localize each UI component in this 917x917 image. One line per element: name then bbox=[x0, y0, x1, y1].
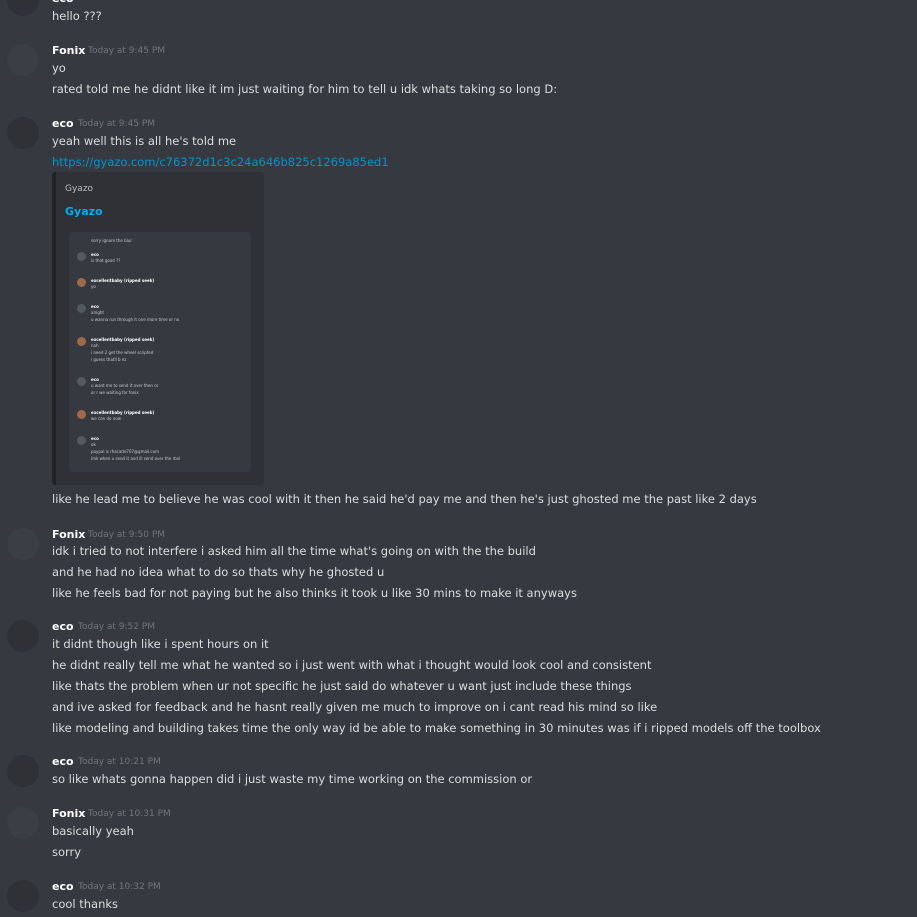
preview-username: excellentbaby (ripped seek) bbox=[91, 278, 155, 283]
timestamp: Today at 9:50 PM bbox=[88, 530, 166, 540]
message-text: cool thanks bbox=[52, 897, 119, 911]
timestamp: Today at 10:31 PM bbox=[88, 809, 171, 819]
timestamp: Today at 10:32 PM bbox=[78, 882, 161, 892]
preview-username: excellentbaby (ripped seek) bbox=[91, 337, 155, 342]
preview-text: i guess thatll b ez bbox=[91, 357, 127, 362]
timestamp: Today at 9:45 PM bbox=[88, 46, 166, 56]
avatar[interactable] bbox=[7, 807, 39, 839]
message-text: hello ??? bbox=[52, 9, 102, 23]
link-embed: Gyazo Gyazo sorry ignore the blur eco is t… bbox=[52, 172, 264, 485]
preview-text: alright bbox=[91, 310, 104, 315]
message-text: and ive asked for feedback and he hasnt … bbox=[52, 700, 658, 714]
avatar[interactable] bbox=[7, 117, 39, 149]
message-text: like modeling and building takes time th… bbox=[52, 721, 821, 735]
preview-text: ok bbox=[91, 442, 96, 447]
preview-text: we can do now bbox=[91, 416, 121, 421]
gyazo-link[interactable]: https://gyazo.com/c76372d1c3c24a646b825c… bbox=[52, 155, 389, 169]
username[interactable]: Fonix bbox=[52, 44, 85, 57]
avatar[interactable] bbox=[7, 755, 39, 787]
message-text: idk i tried to not interfere i asked him… bbox=[52, 544, 536, 558]
timestamp: Today at 9:52 PM bbox=[78, 622, 156, 632]
embed-title[interactable]: Gyazo bbox=[65, 205, 103, 218]
preview-text: lmk when u send it and ill send over the… bbox=[91, 456, 181, 461]
preview-text: u wanna run through it one more time or … bbox=[91, 317, 180, 322]
preview-text: i need 2 get the wheel scripted bbox=[91, 350, 154, 355]
timestamp: Today at 10:21 PM bbox=[78, 757, 161, 767]
preview-avatar bbox=[77, 278, 86, 287]
message-text: rated told me he didnt like it im just w… bbox=[52, 82, 558, 96]
message-text: like thats the problem when ur not speci… bbox=[52, 679, 632, 693]
avatar[interactable] bbox=[7, 880, 39, 912]
message-text: yo bbox=[52, 61, 66, 75]
preview-text: yo bbox=[91, 284, 96, 289]
preview-text: is that good ?? bbox=[91, 258, 121, 263]
message-text: it didnt though like i spent hours on it bbox=[52, 637, 269, 651]
username[interactable]: eco bbox=[52, 755, 74, 768]
preview-avatar bbox=[77, 410, 86, 419]
avatar[interactable] bbox=[7, 528, 39, 560]
preview-avatar bbox=[77, 252, 86, 261]
embed-image[interactable]: sorry ignore the blur eco is that good ?? e… bbox=[69, 232, 251, 472]
timestamp: Today at 9:45 PM bbox=[78, 119, 156, 129]
username[interactable]: Fonix bbox=[52, 528, 85, 541]
avatar[interactable] bbox=[7, 0, 39, 16]
username[interactable]: eco bbox=[52, 0, 74, 5]
message-text: like he feels bad for not paying but he … bbox=[52, 586, 577, 600]
preview-text: paypal is rhacade707@gmail.com bbox=[91, 449, 159, 454]
preview-text: nah bbox=[91, 343, 99, 348]
avatar[interactable] bbox=[7, 44, 39, 76]
message-text: and he had no idea what to do so thats w… bbox=[52, 565, 385, 579]
message-text: yeah well this is all he's told me bbox=[52, 134, 237, 148]
preview-avatar bbox=[77, 436, 86, 445]
preview-avatar bbox=[77, 377, 86, 386]
message-text: he didnt really tell me what he wanted s… bbox=[52, 658, 652, 672]
message-text: sorry bbox=[52, 845, 82, 859]
message-text: basically yeah bbox=[52, 824, 134, 838]
preview-text: or r we waiting for fonix bbox=[91, 390, 139, 395]
preview-avatar bbox=[77, 304, 86, 313]
message-text: so like whats gonna happen did i just wa… bbox=[52, 772, 533, 786]
username[interactable]: Fonix bbox=[52, 807, 85, 820]
username[interactable]: eco bbox=[52, 117, 74, 130]
avatar[interactable] bbox=[7, 620, 39, 652]
preview-avatar bbox=[77, 337, 86, 346]
preview-text: sorry ignore the blur bbox=[91, 238, 132, 243]
username[interactable]: eco bbox=[52, 620, 74, 633]
embed-provider[interactable]: Gyazo bbox=[65, 184, 93, 194]
preview-text: u want me to send it over then or bbox=[91, 383, 159, 388]
username[interactable]: eco bbox=[52, 880, 74, 893]
message-text: like he lead me to believe he was cool w… bbox=[52, 492, 757, 506]
